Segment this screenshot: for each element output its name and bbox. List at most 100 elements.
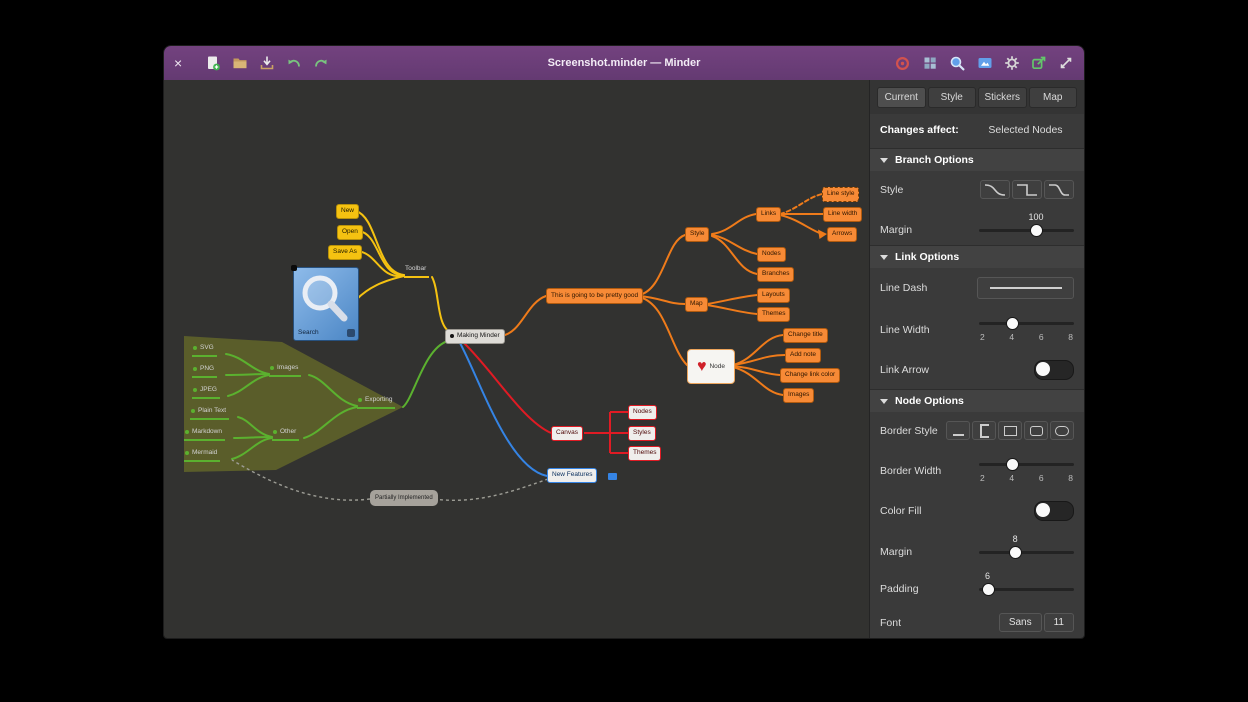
node-bullet (185, 430, 189, 434)
branch-style-row: Style (870, 171, 1084, 208)
slider-thumb[interactable] (982, 583, 995, 596)
node-options-header[interactable]: Node Options (870, 389, 1084, 412)
font-size-button[interactable]: 11 (1044, 613, 1074, 632)
headerbar: × Screenshot.minder — Minder (164, 46, 1084, 80)
mindmap-node-layouts[interactable]: Layouts (757, 288, 790, 303)
open-folder-button[interactable] (232, 55, 248, 71)
border-style-underline-button[interactable] (946, 421, 970, 440)
headerbar-left-actions: × (174, 55, 329, 71)
redo-button[interactable] (313, 55, 329, 71)
tab-map[interactable]: Map (1029, 87, 1078, 108)
border-style-square-button[interactable] (998, 421, 1022, 440)
zoom-button[interactable] (949, 55, 966, 72)
mindmap-node-new-features[interactable]: New Features (547, 468, 597, 483)
border-style-pill-button[interactable] (1050, 421, 1074, 440)
mindmap-node-other[interactable]: Other (272, 427, 299, 441)
share-export-button[interactable] (1031, 55, 1047, 71)
mindmap-node-change-title[interactable]: Change title (783, 328, 828, 343)
sticker-grid-button[interactable] (922, 55, 938, 71)
border-width-slider[interactable] (979, 458, 1074, 470)
bracket-border-icon (980, 424, 989, 438)
mindmap-node-canvas-styles[interactable]: Styles (628, 426, 656, 441)
rounded-border-icon (1030, 426, 1043, 436)
mindmap-node-plain-text[interactable]: Plain Text (190, 406, 229, 420)
branch-options-header[interactable]: Branch Options (870, 148, 1084, 171)
mindmap-node-style[interactable]: Style (685, 227, 709, 242)
node-bullet (270, 366, 274, 370)
branch-style-squared-button[interactable] (1012, 180, 1042, 199)
mindmap-node-open[interactable]: Open (337, 225, 363, 240)
mindmap-node-canvas-themes[interactable]: Themes (628, 446, 661, 461)
mindmap-node-pretty-good[interactable]: This is going to be pretty good (546, 288, 643, 304)
link-arrow-toggle[interactable] (1034, 360, 1074, 380)
mindmap-node-canvas-nodes[interactable]: Nodes (628, 405, 657, 420)
mindmap-callout[interactable]: Partially Implemented (370, 490, 438, 506)
mindmap-node-change-link-color[interactable]: Change link color (780, 368, 840, 383)
slider-thumb[interactable] (1009, 546, 1022, 559)
mindmap-node-images[interactable]: Images (269, 363, 301, 377)
mindmap-node-line-style[interactable]: Line style (822, 187, 859, 202)
mindmap-node-links[interactable]: Links (756, 207, 781, 222)
font-label: Font (880, 617, 901, 629)
node-margin-slider[interactable]: 8 (979, 546, 1074, 558)
slider-thumb[interactable] (1006, 458, 1019, 471)
note-indicator-icon[interactable] (608, 473, 617, 480)
branch-style-curved-button[interactable] (980, 180, 1010, 199)
mindmap-node-save-as[interactable]: Save As (328, 245, 362, 260)
branch-margin-label: Margin (880, 224, 912, 236)
undo-button[interactable] (286, 55, 302, 71)
mindmap-node-markdown[interactable]: Markdown (184, 427, 225, 441)
mindmap-node-map[interactable]: Map (685, 297, 708, 312)
window-close-button[interactable]: × (174, 56, 182, 70)
mindmap-node-svg[interactable]: SVG (192, 343, 217, 357)
new-document-button[interactable] (205, 55, 221, 71)
mindmap-node-toolbar[interactable]: Toolbar (404, 264, 429, 278)
mindmap-node-jpeg[interactable]: JPEG (192, 385, 220, 399)
tab-stickers[interactable]: Stickers (978, 87, 1027, 108)
node-bullet (185, 451, 189, 455)
branch-margin-slider[interactable]: 100 (979, 224, 1074, 236)
mindmap-node-branches[interactable]: Branches (757, 267, 794, 282)
mindmap-node-png[interactable]: PNG (192, 364, 217, 378)
font-row: Font Sans 11 (870, 604, 1084, 639)
mindmap-node-line-width[interactable]: Line width (823, 207, 862, 222)
fullscreen-button[interactable] (1058, 55, 1074, 71)
border-style-rounded-button[interactable] (1024, 421, 1048, 440)
line-width-slider[interactable] (979, 317, 1074, 329)
branch-style-rounded-button[interactable] (1044, 180, 1074, 199)
tab-style[interactable]: Style (928, 87, 977, 108)
mindmap-node-canvas[interactable]: Canvas (551, 426, 583, 441)
mindmap-canvas[interactable]: Making Minder Toolbar New Open Save As S… (164, 80, 869, 639)
save-import-button[interactable] (259, 55, 275, 71)
resize-handle-icon[interactable] (347, 329, 355, 337)
mindmap-node-exporting[interactable]: Exporting (357, 395, 395, 409)
slider-thumb[interactable] (1030, 224, 1043, 237)
focus-mode-button[interactable] (894, 55, 911, 72)
properties-sidebar: Current Style Stickers Map Changes affec… (869, 80, 1084, 639)
mindmap-node-new[interactable]: New (336, 204, 359, 219)
border-style-bracket-button[interactable] (972, 421, 996, 440)
mindmap-node-arrows[interactable]: Arrows (827, 227, 857, 242)
line-dash-button[interactable] (977, 277, 1074, 299)
slider-thumb[interactable] (1006, 317, 1019, 330)
settings-button[interactable] (1004, 55, 1020, 71)
mindmap-node-images-leaf[interactable]: Images (783, 388, 814, 403)
export-image-button[interactable] (977, 55, 993, 71)
mindmap-node-add-note[interactable]: Add note (785, 348, 821, 363)
border-width-label: Border Width (880, 465, 941, 477)
mindmap-node-mermaid[interactable]: Mermaid (184, 448, 220, 462)
mindmap-node-themes[interactable]: Themes (757, 307, 790, 322)
mindmap-node-search-image[interactable]: Search (293, 267, 359, 341)
color-fill-toggle[interactable] (1034, 501, 1074, 521)
open-folder-icon (232, 55, 248, 71)
font-family-button[interactable]: Sans (999, 613, 1042, 632)
node-padding-slider[interactable]: 6 (979, 583, 1074, 595)
link-options-header[interactable]: Link Options (870, 245, 1084, 268)
color-fill-label: Color Fill (880, 505, 921, 517)
headerbar-right-actions (894, 55, 1074, 72)
mindmap-node-root[interactable]: Making Minder (445, 329, 505, 344)
node-bullet (193, 388, 197, 392)
tab-current[interactable]: Current (877, 87, 926, 108)
mindmap-node-nodes[interactable]: Nodes (757, 247, 786, 262)
mindmap-node-node-image[interactable]: Node (687, 349, 735, 384)
